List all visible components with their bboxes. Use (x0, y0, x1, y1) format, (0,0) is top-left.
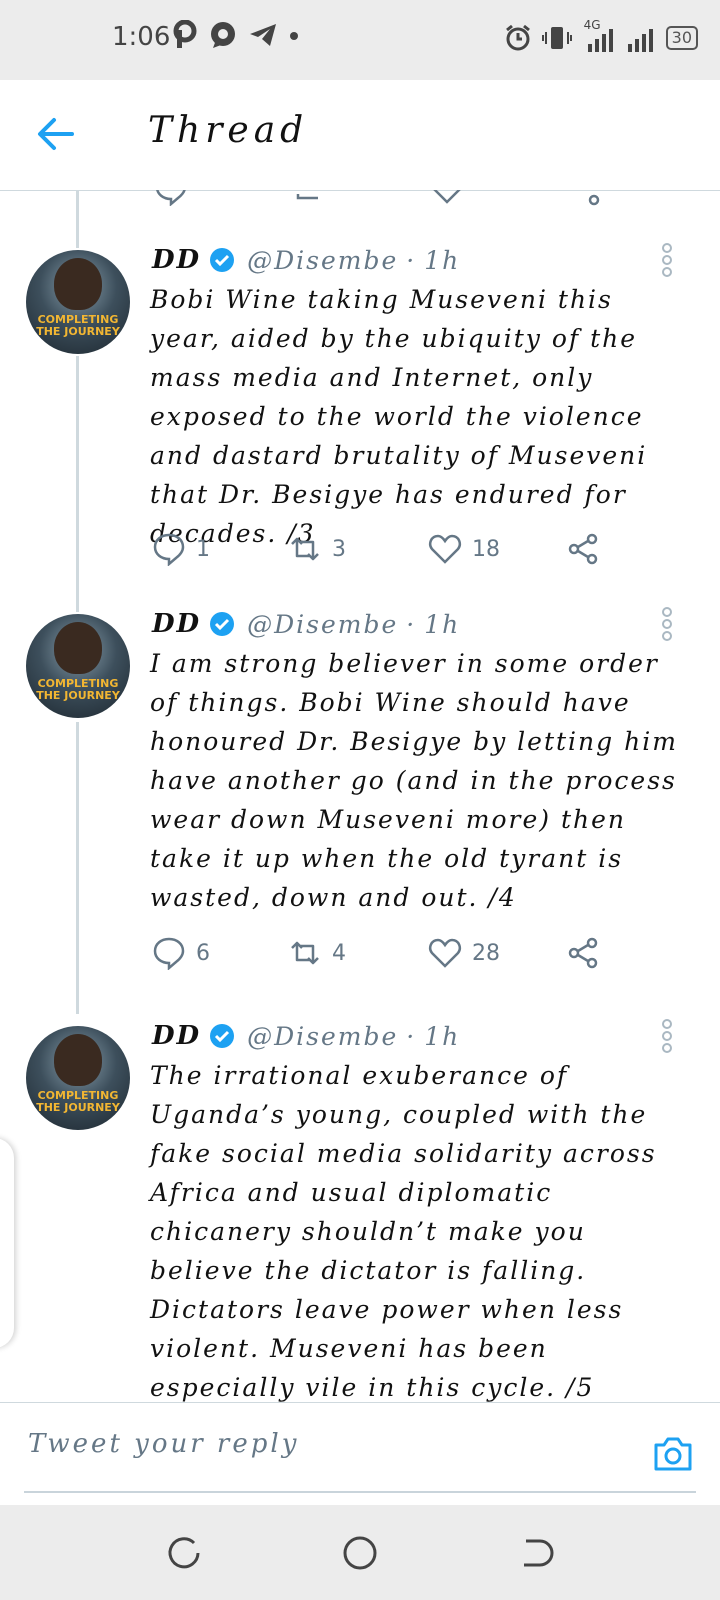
share-icon[interactable] (568, 190, 602, 206)
reply-underline (24, 1491, 696, 1493)
more-options-icon[interactable] (657, 606, 677, 642)
arrow-left-icon[interactable] (30, 108, 82, 160)
verified-badge-icon (210, 248, 235, 272)
verified-badge-icon (210, 1024, 235, 1048)
like-button[interactable]: 28 (428, 936, 500, 970)
recent-apps-icon[interactable] (164, 1533, 204, 1573)
share-icon (568, 937, 598, 969)
share-button[interactable] (566, 532, 600, 566)
side-panel-handle[interactable] (0, 1138, 14, 1348)
share-button[interactable] (566, 936, 600, 970)
avatar[interactable]: COMPLETING THE JOURNEY (26, 614, 130, 718)
author-name[interactable]: DD (152, 245, 201, 275)
page-title: Thread (148, 110, 309, 151)
signal-icon (627, 29, 653, 52)
tweet-header: DD @Disembe · 1h (152, 242, 460, 278)
tweet-time: 1h (424, 245, 461, 275)
reply-bar (0, 1402, 720, 1503)
tweet-text: I am strong believer in some order of th… (150, 649, 678, 912)
author-handle[interactable]: @Disembe (247, 610, 398, 639)
retweet-button[interactable]: 4 (288, 936, 346, 970)
previous-tweet-actions (0, 190, 720, 208)
reply-count: 1 (196, 536, 210, 562)
like-count: 28 (472, 940, 500, 966)
alarm-icon (505, 24, 530, 51)
share-icon (568, 533, 598, 565)
tweet[interactable]: COMPLETING THE JOURNEY DD @Disembe · 1h B… (0, 242, 720, 582)
battery-indicator: 30 (665, 26, 698, 50)
tweet-header: DD @Disembe · 1h (152, 606, 460, 642)
telegram-icon (250, 24, 276, 46)
thread-header: Thread (0, 80, 720, 191)
verified-badge-icon (210, 612, 235, 636)
notification-icons (172, 20, 300, 50)
tweet-header: DD @Disembe · 1h (152, 1018, 460, 1054)
retweet-icon[interactable] (294, 190, 328, 206)
retweet-button[interactable]: 3 (288, 532, 346, 566)
retweet-icon (291, 537, 319, 561)
signal-4g-icon: 4G (582, 18, 616, 56)
tweet[interactable]: COMPLETING THE JOURNEY DD @Disembe · 1h T… (0, 1018, 720, 1402)
heart-icon (429, 938, 461, 968)
more-options-icon[interactable] (657, 1018, 677, 1054)
retweet-icon (291, 941, 319, 965)
dot-icon (290, 32, 298, 40)
reply-button[interactable]: 1 (152, 532, 210, 566)
back-icon[interactable] (516, 1533, 556, 1573)
author-handle[interactable]: @Disembe (247, 246, 398, 275)
heart-icon (429, 534, 461, 564)
meta-separator: · (406, 245, 417, 275)
more-options-icon[interactable] (657, 242, 677, 278)
reply-icon[interactable] (154, 190, 188, 206)
status-time: 1:06 (112, 22, 171, 52)
like-button[interactable]: 18 (428, 532, 500, 566)
tweet-actions: 6 4 28 (152, 936, 632, 976)
home-icon[interactable] (340, 1533, 380, 1573)
retweet-count: 3 (332, 536, 346, 562)
camera-icon[interactable] (650, 1431, 696, 1477)
meta-separator: · (406, 1021, 417, 1051)
author-name[interactable]: DD (152, 609, 201, 639)
reply-count: 6 (196, 940, 210, 966)
system-nav-bar (0, 1505, 720, 1600)
avatar[interactable]: COMPLETING THE JOURNEY (26, 1026, 130, 1130)
reply-icon (153, 937, 185, 970)
author-name[interactable]: DD (152, 1021, 201, 1051)
vibrate-icon (541, 27, 572, 49)
retweet-count: 4 (332, 940, 346, 966)
pinterest-icon (173, 20, 197, 48)
tweet-text: Bobi Wine taking Museveni this year, aid… (150, 285, 648, 548)
tweet[interactable]: COMPLETING THE JOURNEY DD @Disembe · 1h I… (0, 606, 720, 986)
system-icons: 4G 30 (504, 18, 698, 56)
reply-button[interactable]: 6 (152, 936, 210, 970)
tweet-text: The irrational exuberance of Uganda’s yo… (150, 1061, 657, 1402)
status-bar: 1:06 4G 30 (0, 0, 720, 80)
like-count: 18 (472, 536, 500, 562)
heart-icon[interactable] (430, 190, 464, 206)
reply-icon (153, 533, 185, 566)
avatar[interactable]: COMPLETING THE JOURNEY (26, 250, 130, 354)
tweet-time: 1h (424, 1021, 461, 1051)
reply-input[interactable] (26, 1415, 600, 1473)
tweet-actions: 1 3 18 (152, 532, 632, 572)
meta-separator: · (406, 609, 417, 639)
author-handle[interactable]: @Disembe (247, 1022, 398, 1051)
whatsapp-icon (211, 22, 235, 48)
tweet-time: 1h (424, 609, 461, 639)
network-label: 4G (583, 18, 601, 32)
